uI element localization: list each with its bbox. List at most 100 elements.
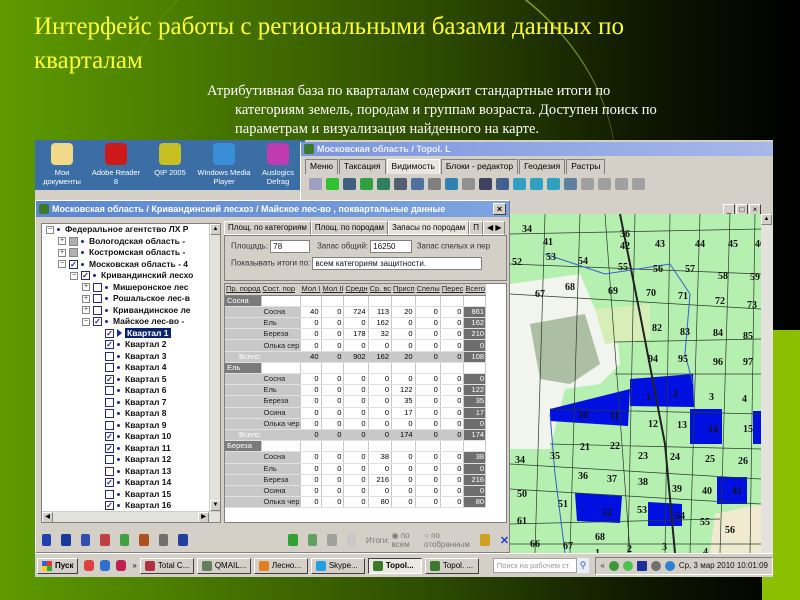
toolbar-button[interactable]	[377, 178, 390, 190]
tree-item[interactable]: ✓ Квартал 10	[42, 431, 220, 443]
tab-scroll-arrows[interactable]: ◀ ▶	[482, 221, 506, 235]
tree-item[interactable]: + Кривандинское ле	[42, 305, 220, 317]
stats-tab[interactable]: Запасы по породам	[388, 221, 470, 235]
tree-checkbox[interactable]	[93, 305, 102, 315]
map-scroll-up[interactable]: ▲	[761, 214, 772, 225]
tree-item[interactable]: − Федеральное агентство ЛХ Р	[42, 224, 220, 236]
taskbar-button[interactable]: Total C...	[139, 557, 194, 574]
toolbar-button[interactable]	[547, 178, 560, 190]
tree-item[interactable]: ✓ Квартал 14	[42, 477, 220, 489]
column-header[interactable]: Средн	[343, 284, 369, 296]
column-header[interactable]: Мол I	[300, 284, 322, 296]
tree-item[interactable]: + Вологодская область -	[42, 236, 220, 248]
topol-tab[interactable]: Блоки - редактор	[440, 159, 519, 174]
topol-tab[interactable]: Геодезия	[519, 159, 566, 174]
select-all-icon[interactable]	[178, 534, 188, 546]
tree-item[interactable]: − ✓ Кривандинский лесхо	[42, 270, 220, 282]
column-header[interactable]: Сост. пор	[261, 284, 301, 296]
tree-checkbox[interactable]	[105, 466, 114, 476]
sort-icon[interactable]	[80, 534, 91, 546]
group-row[interactable]: Ель	[225, 362, 487, 375]
stats-tab[interactable]: П	[469, 221, 483, 235]
topol-tab[interactable]: Растры	[566, 159, 606, 174]
column-header[interactable]: Перес	[440, 284, 465, 296]
toolbar-button[interactable]	[309, 178, 322, 190]
start-button[interactable]: Пуск	[37, 557, 79, 574]
tree-checkbox[interactable]	[105, 397, 114, 407]
table-row[interactable]: Береза 0 0 0 0 35 0 0 35	[225, 395, 487, 408]
group-row[interactable]: Береза	[225, 440, 487, 453]
tree-item[interactable]: ✓ Квартал 11	[42, 443, 220, 455]
close-x-icon[interactable]: ✕	[500, 534, 509, 547]
tree-item[interactable]: Квартал 15	[42, 489, 220, 501]
expand-icon[interactable]: +	[82, 306, 90, 315]
quicklaunch-save-icon[interactable]	[116, 560, 127, 571]
tree-item[interactable]: + Рошальское лес-в	[42, 293, 220, 305]
column-header[interactable]: Пр. пород	[225, 284, 262, 296]
tree-checkbox[interactable]: ✓	[105, 478, 114, 488]
toolbar-button[interactable]	[360, 178, 373, 190]
collapse-icon[interactable]: −	[82, 317, 90, 326]
desktop-icon[interactable]: Мои документы	[35, 140, 89, 190]
collapse-icon[interactable]: −	[70, 271, 78, 280]
print-preview-icon[interactable]	[158, 534, 169, 546]
toolbar-button[interactable]	[513, 178, 526, 190]
tree-checkbox[interactable]: ✓	[105, 501, 114, 511]
table-row[interactable]: Олька чер 0 0 0 0 0 0 0 0	[225, 418, 487, 430]
zoom-to-icon[interactable]	[288, 534, 298, 546]
desktop-search-input[interactable]: Поиск на рабочем ст	[492, 558, 577, 573]
desktop-icon[interactable]: Windows Media Player	[197, 140, 251, 190]
column-header[interactable]: Всего	[463, 284, 487, 296]
language-ru-icon[interactable]	[636, 560, 647, 571]
network-icon[interactable]	[608, 560, 619, 571]
quicklaunch-opera-icon[interactable]	[84, 560, 95, 571]
topol-tab[interactable]: Видимость	[386, 159, 440, 174]
scroll-up-button[interactable]: ▲	[210, 224, 220, 235]
scroll-right-button[interactable]: ▶	[198, 512, 209, 522]
collapse-icon[interactable]: −	[46, 225, 54, 234]
table-row[interactable]: Сосна 40 0 724 113 20 0 0 861	[225, 306, 487, 319]
table-row[interactable]: Береза 0 0 178 32 0 0 0 210	[225, 328, 487, 341]
topol-tab[interactable]: Меню	[305, 159, 338, 174]
tray-info-icon[interactable]	[664, 560, 675, 571]
table-row[interactable]: Ель 0 0 0 162 0 0 0 162	[225, 317, 487, 330]
toolbar-button[interactable]	[530, 178, 543, 190]
toolbar-button[interactable]	[496, 178, 509, 190]
taskbar-button[interactable]: Topol...	[367, 557, 422, 574]
toolbar-button[interactable]	[394, 178, 407, 190]
tree-checkbox[interactable]	[105, 455, 114, 465]
table-row[interactable]: Ель 0 0 0 0 122 0 0 122	[225, 384, 487, 397]
move-icon[interactable]	[327, 534, 337, 546]
tree-checkbox[interactable]: ✓	[105, 432, 114, 442]
toolbar-button[interactable]	[428, 178, 441, 190]
tree-item[interactable]: − ✓ Майское лес-во -	[42, 316, 220, 328]
toolbar-button[interactable]	[445, 178, 458, 190]
table-row[interactable]: Береза 0 0 0 216 0 0 0 216	[225, 474, 487, 486]
tree-checkbox[interactable]: ✓	[93, 317, 102, 327]
group-row[interactable]: Сосна	[225, 295, 487, 307]
expand-icon[interactable]: +	[58, 237, 66, 246]
column-header[interactable]: Спелы	[415, 284, 441, 296]
stats-tab[interactable]: Площ. по породам	[310, 221, 389, 235]
taskbar-button[interactable]: Topol. ...	[424, 557, 479, 574]
tree-item[interactable]: ✓ Квартал 2	[42, 339, 220, 351]
table-row[interactable]: Ель 0 0 0 0 0 0 0 0	[225, 463, 487, 475]
forest-map[interactable]: 3441364243444546525354555657585967686970…	[510, 214, 761, 553]
desktop-icon[interactable]: Auslogics Defrag	[251, 140, 305, 190]
tree-item[interactable]: Квартал 8	[42, 408, 220, 420]
table-row[interactable]: Осина 0 0 0 0 17 0 0 17	[225, 407, 487, 419]
tree-checkbox[interactable]	[93, 282, 102, 292]
scroll-down-button[interactable]: ▼	[210, 500, 220, 511]
tree-checkbox[interactable]	[105, 351, 114, 361]
first-record-icon[interactable]	[42, 534, 52, 546]
tree-item[interactable]: Квартал 9	[42, 420, 220, 432]
tree-checkbox[interactable]	[105, 420, 114, 430]
total-stock-field[interactable]: 16250	[370, 240, 413, 253]
desktop-icon[interactable]: Adobe Reader 8	[89, 140, 143, 190]
copy-icon[interactable]	[480, 534, 490, 546]
toolbar-button[interactable]	[615, 178, 628, 190]
tree-item[interactable]: Квартал 6	[42, 385, 220, 397]
tree-checkbox[interactable]: ✓	[105, 340, 114, 350]
tree-item[interactable]: ✓ Квартал 1	[42, 327, 220, 340]
tree-checkbox[interactable]	[105, 489, 114, 499]
